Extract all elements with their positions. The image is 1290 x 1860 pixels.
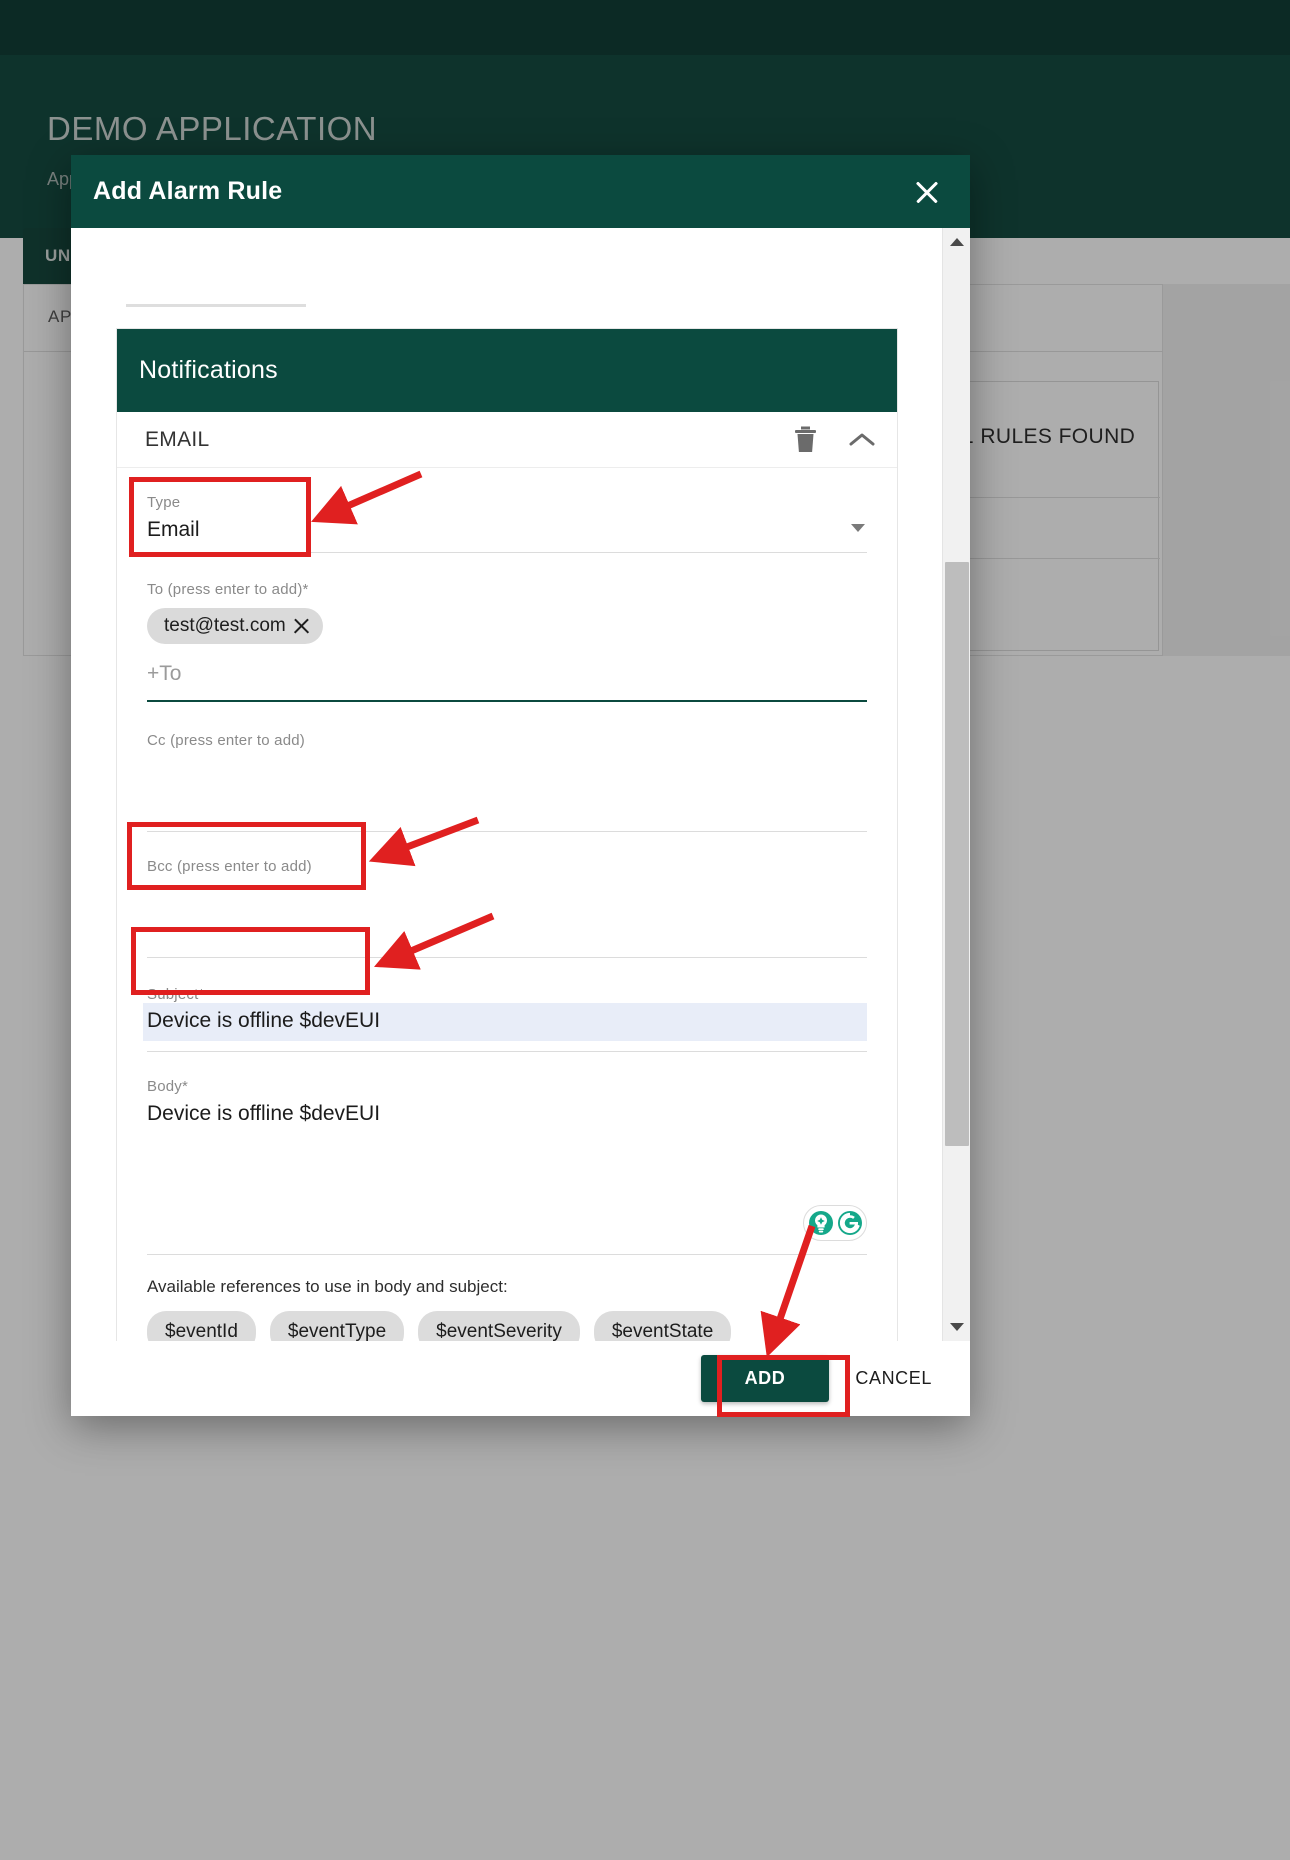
cc-field[interactable]: Cc (press enter to add) — [147, 732, 867, 832]
reference-chip[interactable]: $eventType — [269, 1311, 405, 1341]
reference-chip[interactable]: $eventState — [593, 1311, 732, 1341]
email-chip-label: test@test.com — [164, 615, 286, 636]
cc-label: Cc (press enter to add) — [147, 732, 305, 749]
notifications-title: Notifications — [139, 356, 278, 384]
cancel-button[interactable]: CANCEL — [839, 1355, 948, 1402]
scroll-up-button[interactable] — [943, 228, 971, 256]
dialog-title: Add Alarm Rule — [93, 177, 283, 205]
type-value: Email — [147, 518, 200, 541]
bcc-input[interactable] — [147, 875, 867, 947]
dialog-footer: ADD CANCEL — [71, 1341, 970, 1416]
scrollbar-thumb[interactable] — [945, 562, 969, 1146]
body-underline — [147, 1254, 867, 1255]
body-input[interactable]: Device is offline $devEUI — [147, 1095, 867, 1126]
notifications-card: Notifications EMAIL Type Email To (press… — [116, 328, 898, 1341]
trash-icon[interactable] — [794, 426, 817, 453]
cc-input[interactable] — [147, 749, 867, 821]
email-form: Type Email To (press enter to add)* test… — [117, 468, 897, 1341]
reference-chip[interactable]: $eventId — [147, 1311, 256, 1341]
lightbulb-icon — [808, 1211, 833, 1235]
to-required-mark: * — [302, 581, 309, 598]
cc-underline — [147, 831, 867, 832]
to-underline — [147, 700, 867, 702]
type-underline — [147, 552, 867, 553]
email-chip[interactable]: test@test.com — [147, 608, 323, 644]
subject-label: Subject* — [147, 986, 867, 1003]
subject-required-mark: * — [198, 986, 205, 1003]
subject-label-text: Subject — [147, 986, 199, 1003]
scrolled-field-edge — [126, 304, 306, 307]
close-icon[interactable] — [292, 617, 311, 636]
triangle-up-icon — [950, 238, 964, 246]
close-icon[interactable] — [908, 173, 946, 211]
chevron-down-icon[interactable] — [851, 524, 865, 532]
to-label: To (press enter to add)* — [147, 581, 867, 598]
type-field[interactable]: Type Email — [147, 494, 867, 553]
body-label: Body* — [147, 1078, 867, 1095]
email-section-label: EMAIL — [145, 427, 210, 451]
subject-field[interactable]: Subject* Device is offline $devEUI — [143, 986, 867, 1052]
reference-chip[interactable]: $eventSeverity — [418, 1311, 580, 1341]
chevron-up-icon[interactable] — [849, 432, 875, 448]
bcc-field[interactable]: Bcc (press enter to add) — [147, 858, 867, 958]
writing-assistant-widget[interactable] — [803, 1205, 867, 1241]
add-button[interactable]: ADD — [700, 1355, 830, 1402]
references-list: $eventId $eventType $eventSeverity $even… — [147, 1311, 867, 1341]
grammarly-icon — [837, 1211, 862, 1235]
body-required-mark: * — [182, 1078, 189, 1095]
subject-input[interactable]: Device is offline $devEUI — [143, 1003, 867, 1041]
to-field[interactable]: To (press enter to add)* test@test.com +… — [147, 581, 867, 702]
type-label: Type — [147, 494, 181, 511]
references-label: Available references to use in body and … — [147, 1277, 508, 1296]
bcc-underline — [147, 957, 867, 958]
dialog-header: Add Alarm Rule — [71, 155, 970, 228]
dialog-body: Notifications EMAIL Type Email To (press… — [71, 228, 970, 1341]
add-alarm-rule-dialog: Add Alarm Rule Notifications EMAIL Type … — [71, 155, 970, 1416]
subject-underline — [147, 1051, 867, 1052]
dialog-scrollbar[interactable] — [942, 228, 970, 1341]
triangle-down-icon — [950, 1323, 964, 1331]
body-field[interactable]: Body* Device is offline $devEUI — [147, 1078, 867, 1255]
body-label-text: Body — [147, 1078, 182, 1095]
body-textarea-space — [147, 1126, 867, 1244]
to-input-placeholder[interactable]: +To — [147, 644, 867, 690]
email-section-row: EMAIL — [117, 412, 897, 468]
to-label-text: To (press enter to add) — [147, 581, 303, 598]
to-chip-list: test@test.com — [147, 608, 867, 644]
bcc-label: Bcc (press enter to add) — [147, 858, 312, 875]
email-section-actions — [794, 426, 875, 453]
notifications-header: Notifications — [117, 329, 897, 412]
scroll-down-button[interactable] — [943, 1313, 971, 1341]
